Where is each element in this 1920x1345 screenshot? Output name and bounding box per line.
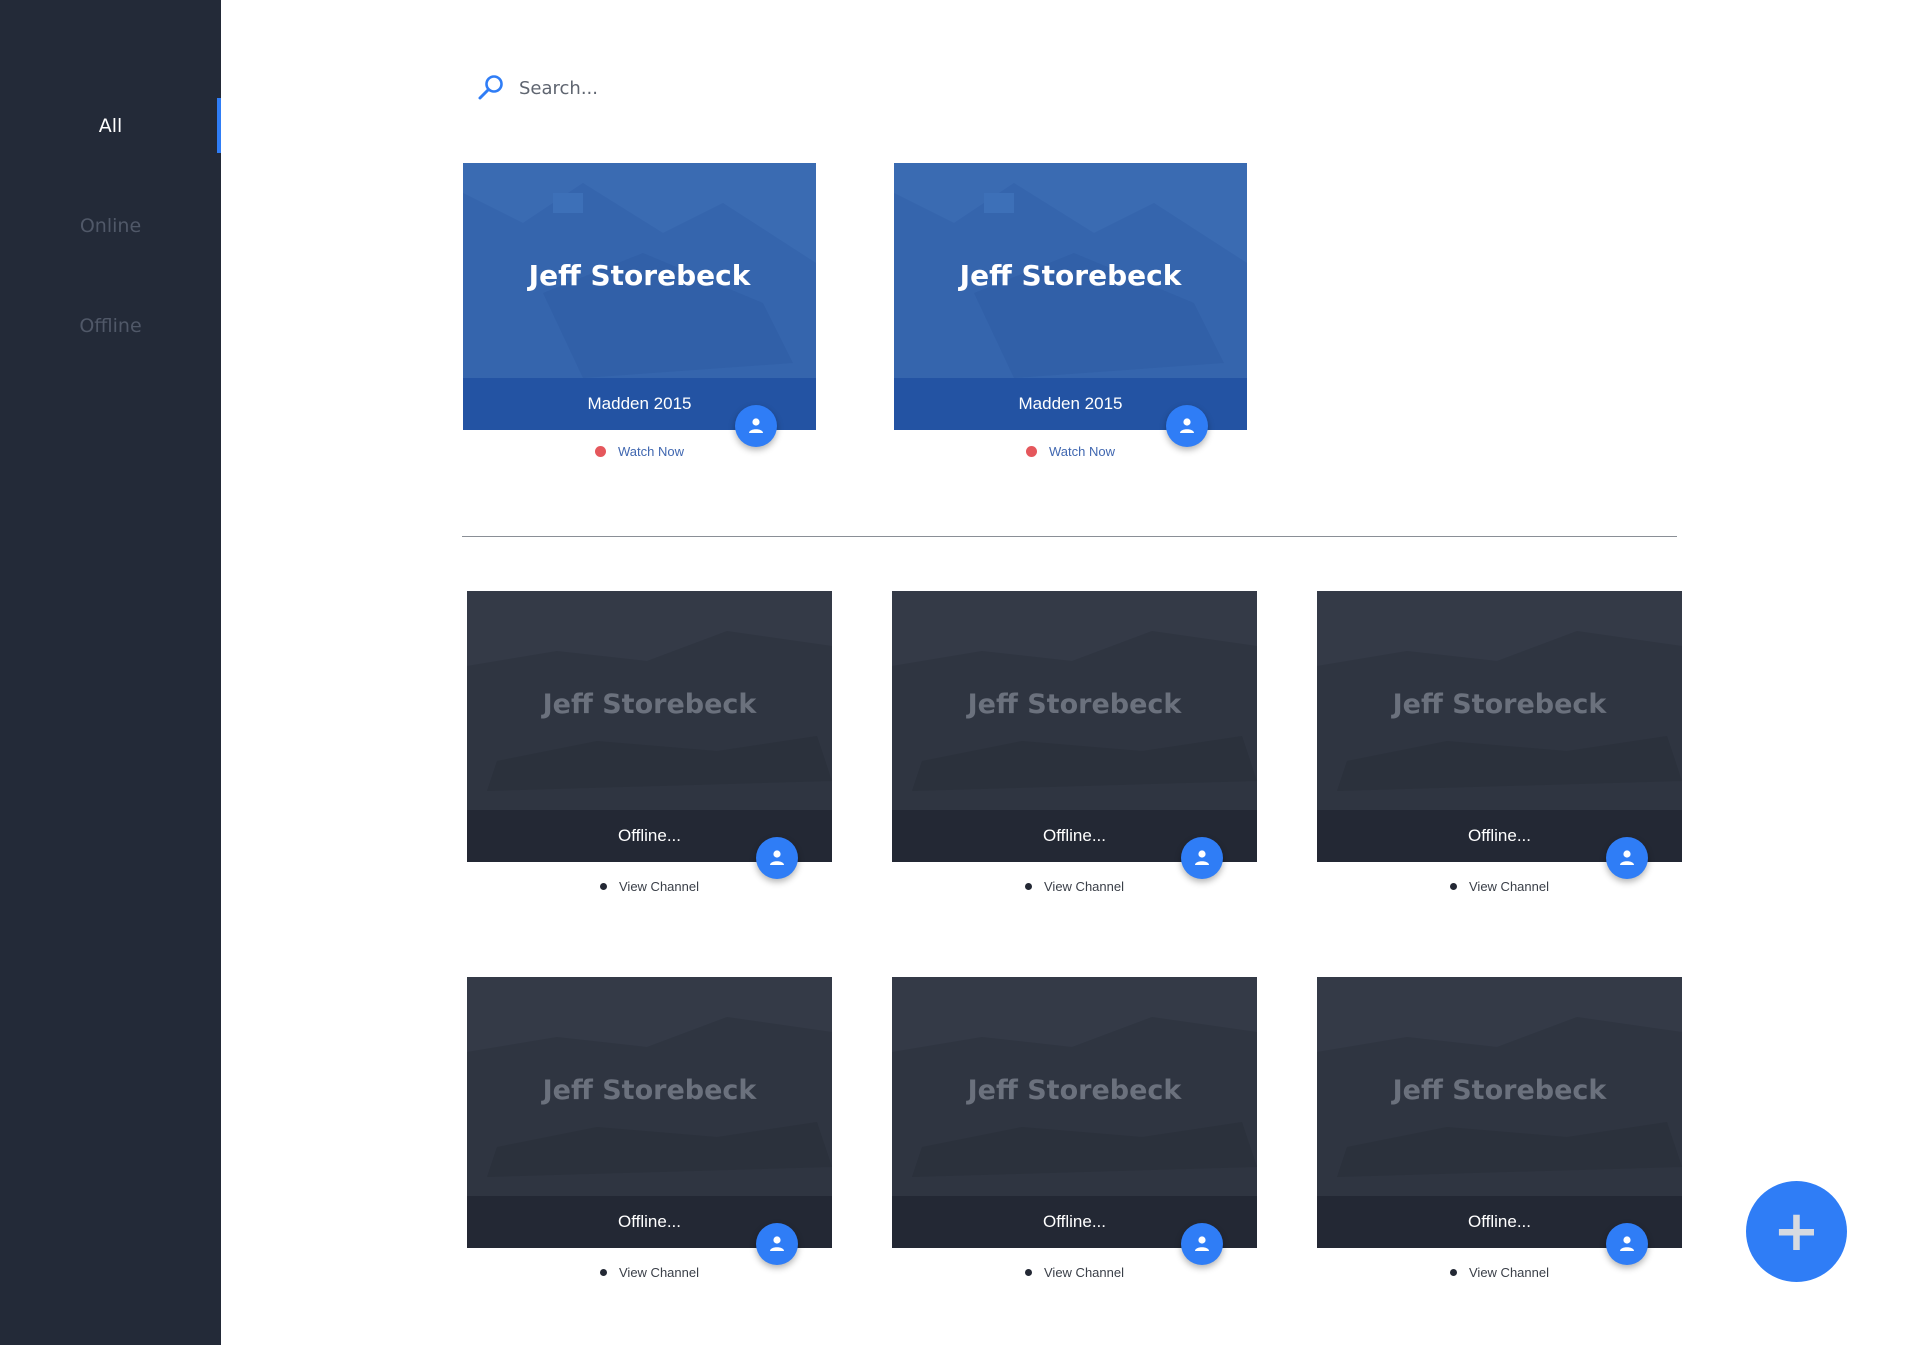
- offline-card[interactable]: Jeff Storebeck Offline... View Channel: [892, 591, 1257, 901]
- stream-thumbnail[interactable]: Jeff Storebeck Madden 2015: [894, 163, 1247, 430]
- plus-icon: +: [1773, 1198, 1820, 1264]
- person-icon: [749, 418, 763, 433]
- view-channel-label: View Channel: [1469, 879, 1549, 894]
- game-title: Madden 2015: [1018, 394, 1123, 413]
- person-icon: [1620, 850, 1634, 865]
- channel-thumbnail[interactable]: Jeff Storebeck Offline...: [467, 591, 832, 862]
- profile-button[interactable]: [1606, 837, 1648, 879]
- channel-thumbnail[interactable]: Jeff Storebeck Offline...: [1317, 977, 1682, 1248]
- view-channel-link[interactable]: View Channel: [892, 1265, 1257, 1280]
- sidebar-item-label: All: [98, 115, 123, 137]
- streamer-name: Jeff Storebeck: [528, 259, 751, 292]
- person-icon: [1620, 1236, 1634, 1251]
- offline-card[interactable]: Jeff Storebeck Offline... View Channel: [467, 977, 832, 1287]
- sidebar-item-online[interactable]: Online: [0, 200, 221, 252]
- person-icon: [1195, 1236, 1209, 1251]
- profile-button[interactable]: [1606, 1223, 1648, 1265]
- person-icon: [770, 1236, 784, 1251]
- status-text: Offline...: [1043, 1212, 1106, 1231]
- game-title: Madden 2015: [587, 394, 692, 413]
- watch-now-link[interactable]: Watch Now: [894, 444, 1247, 459]
- view-channel-label: View Channel: [1044, 1265, 1124, 1280]
- view-channel-link[interactable]: View Channel: [1317, 879, 1682, 894]
- offline-card[interactable]: Jeff Storebeck Offline... View Channel: [892, 977, 1257, 1287]
- sidebar-item-all[interactable]: All: [0, 100, 221, 152]
- channel-thumbnail[interactable]: Jeff Storebeck Offline...: [467, 977, 832, 1248]
- live-status-dot: [595, 446, 606, 457]
- stream-thumbnail[interactable]: Jeff Storebeck Madden 2015: [463, 163, 816, 430]
- stream-card[interactable]: Jeff Storebeck Madden 2015 Watch Now: [894, 163, 1247, 463]
- profile-button[interactable]: [1181, 1223, 1223, 1265]
- profile-button[interactable]: [756, 1223, 798, 1265]
- status-text: Offline...: [618, 1212, 681, 1231]
- section-divider: [462, 536, 1677, 537]
- streamer-name: Jeff Storebeck: [959, 259, 1182, 292]
- view-channel-link[interactable]: View Channel: [1317, 1265, 1682, 1280]
- status-dot: [1450, 1269, 1457, 1276]
- status-text: Offline...: [618, 826, 681, 845]
- status-text: Offline...: [1043, 826, 1106, 845]
- watch-now-label: Watch Now: [618, 444, 684, 459]
- streamer-name: Jeff Storebeck: [542, 689, 757, 720]
- streamer-name: Jeff Storebeck: [1392, 689, 1607, 720]
- offline-card[interactable]: Jeff Storebeck Offline... View Channel: [467, 591, 832, 901]
- search-input[interactable]: [517, 76, 921, 100]
- live-status-dot: [1026, 446, 1037, 457]
- active-indicator: [217, 98, 221, 153]
- view-channel-link[interactable]: View Channel: [467, 1265, 832, 1280]
- status-dot: [600, 1269, 607, 1276]
- profile-button[interactable]: [1166, 405, 1208, 447]
- channel-thumbnail[interactable]: Jeff Storebeck Offline...: [892, 591, 1257, 862]
- status-dot: [1025, 883, 1032, 890]
- view-channel-link[interactable]: View Channel: [892, 879, 1257, 894]
- search-icon[interactable]: [477, 74, 505, 102]
- status-dot: [1025, 1269, 1032, 1276]
- person-icon: [1180, 418, 1194, 433]
- channel-thumbnail[interactable]: Jeff Storebeck Offline...: [1317, 591, 1682, 862]
- status-dot: [600, 883, 607, 890]
- view-channel-label: View Channel: [619, 879, 699, 894]
- watch-now-label: Watch Now: [1049, 444, 1115, 459]
- sidebar-item-offline[interactable]: Offline: [0, 300, 221, 352]
- sidebar: All Online Offline: [0, 0, 221, 1345]
- profile-button[interactable]: [735, 405, 777, 447]
- streamer-name: Jeff Storebeck: [967, 689, 1182, 720]
- status-text: Offline...: [1468, 826, 1531, 845]
- status-dot: [1450, 883, 1457, 890]
- person-icon: [770, 850, 784, 865]
- view-channel-label: View Channel: [1044, 879, 1124, 894]
- sidebar-item-label: Online: [79, 215, 142, 237]
- view-channel-label: View Channel: [619, 1265, 699, 1280]
- streamer-name: Jeff Storebeck: [1392, 1075, 1607, 1106]
- watch-now-link[interactable]: Watch Now: [463, 444, 816, 459]
- view-channel-link[interactable]: View Channel: [467, 879, 832, 894]
- streamer-name: Jeff Storebeck: [967, 1075, 1182, 1106]
- status-text: Offline...: [1468, 1212, 1531, 1231]
- streamer-name: Jeff Storebeck: [542, 1075, 757, 1106]
- offline-card[interactable]: Jeff Storebeck Offline... View Channel: [1317, 591, 1682, 901]
- profile-button[interactable]: [1181, 837, 1223, 879]
- profile-button[interactable]: [756, 837, 798, 879]
- view-channel-label: View Channel: [1469, 1265, 1549, 1280]
- person-icon: [1195, 850, 1209, 865]
- add-channel-button[interactable]: +: [1746, 1181, 1847, 1282]
- channel-thumbnail[interactable]: Jeff Storebeck Offline...: [892, 977, 1257, 1248]
- sidebar-item-label: Offline: [79, 315, 142, 337]
- stream-card[interactable]: Jeff Storebeck Madden 2015 Watch Now: [463, 163, 816, 463]
- search-bar: [477, 70, 977, 106]
- offline-card[interactable]: Jeff Storebeck Offline... View Channel: [1317, 977, 1682, 1287]
